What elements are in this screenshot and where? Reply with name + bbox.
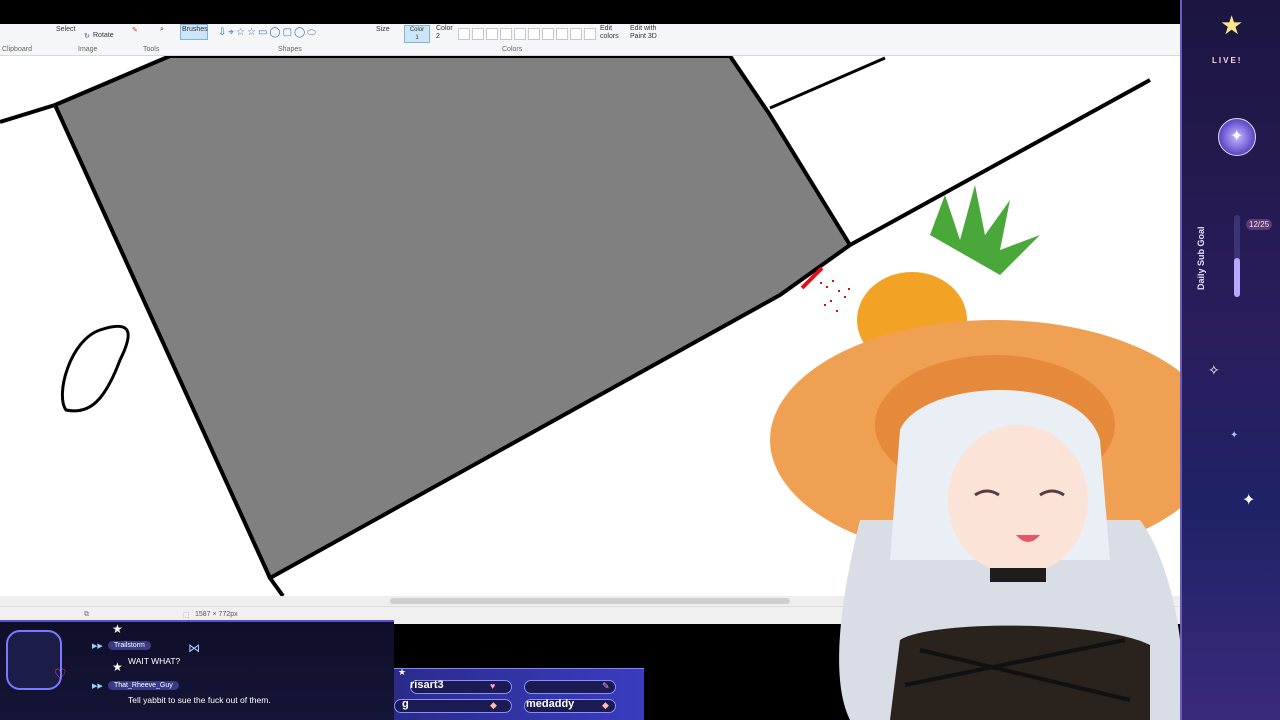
- paint-ribbon: Select ↻ Rotate ✎ ⌕ Brushes ⇩⌖☆☆▭◯▢◯⬭ Si…: [0, 24, 1200, 56]
- diamond-icon: ◆: [490, 700, 497, 710]
- star-icon: ★: [112, 660, 123, 674]
- chat-message: Tell yabbit to sue the fuck out of them.: [128, 695, 271, 705]
- gray-shape: [53, 56, 852, 580]
- chat-panel: ♡ ★ ▶▶ Trailstorm ⋈ WAIT WHAT? ▶▶ That_R…: [0, 620, 394, 720]
- ticker-item: medaddy: [526, 698, 575, 710]
- color-swatch[interactable]: [542, 28, 554, 40]
- color-swatch[interactable]: [570, 28, 582, 40]
- color-swatch[interactable]: [486, 28, 498, 40]
- sub-goal-progress-fill: [1234, 257, 1240, 297]
- pencil-icon[interactable]: ✎: [132, 26, 138, 34]
- color-swatch[interactable]: [458, 28, 470, 40]
- sub-goal-progress-bar: [1234, 215, 1240, 297]
- selection-size-icon: ⬚: [183, 612, 190, 619]
- edit-paint3d-button[interactable]: Edit with Paint 3D: [630, 25, 657, 41]
- stroke-line: [0, 103, 56, 124]
- magnifier-icon[interactable]: ⌕: [160, 26, 164, 34]
- heart-icon: ♡: [54, 666, 67, 682]
- scrollbar-thumb[interactable]: [390, 598, 790, 604]
- color1-label: Color 1: [409, 27, 425, 41]
- vtuber-avatar: [760, 170, 1220, 720]
- color-swatch[interactable]: [584, 28, 596, 40]
- group-label-colors: Colors: [502, 46, 523, 53]
- select-button[interactable]: Select: [56, 26, 75, 33]
- arrow-icon: ▶▶: [92, 683, 103, 690]
- stroke-line: [769, 56, 886, 110]
- star-icon: ★: [398, 667, 407, 677]
- chat-message: WAIT WHAT?: [128, 656, 181, 666]
- brushes-label: Brushes: [182, 26, 208, 33]
- sparkle-icon: ✦: [1230, 128, 1244, 145]
- edit-colors-button[interactable]: Edit colors: [600, 25, 619, 41]
- rotate-icon: ↻: [84, 33, 90, 40]
- sub-goal-count: 12/25: [1246, 219, 1273, 230]
- live-label: LIVE!: [1212, 56, 1243, 65]
- chat-username: Trailstorm: [108, 641, 151, 650]
- sparkle-icon: ✦: [1230, 430, 1239, 441]
- avatar-illustration: [770, 185, 1220, 720]
- group-label-image: Image: [78, 46, 98, 53]
- diamond-icon: ◆: [602, 700, 609, 710]
- sub-goal-label: Daily Sub Goal: [1196, 226, 1206, 290]
- group-label-clipboard: Clipboard: [2, 46, 32, 53]
- group-label-shapes: Shapes: [278, 46, 302, 53]
- star-icon: ★: [1220, 10, 1244, 40]
- sparkle-icon: ✦: [1242, 492, 1256, 509]
- overlay-dark-band: [394, 624, 780, 668]
- sparkle-icon: ✧: [1208, 362, 1220, 378]
- oval-stroke: [61, 324, 130, 413]
- chat-username: That_Rheeve_Guy: [108, 681, 179, 690]
- arrow-icon: ▶▶: [92, 643, 103, 650]
- color-swatch[interactable]: [556, 28, 568, 40]
- rotate-button[interactable]: Rotate: [93, 32, 114, 39]
- stroke-line: [268, 576, 285, 598]
- star-icon: ★: [112, 622, 123, 636]
- ticker-item: g: [402, 698, 409, 710]
- color1-button[interactable]: Color 1: [404, 25, 430, 43]
- size-button[interactable]: Size: [376, 26, 390, 33]
- color2-button[interactable]: Color 2: [436, 25, 453, 41]
- heart-icon: ♥: [490, 681, 496, 691]
- brushes-button[interactable]: Brushes: [180, 24, 208, 40]
- shapes-gallery-icon[interactable]: ⇩⌖☆☆▭◯▢◯⬭: [218, 27, 318, 38]
- color-swatch[interactable]: [472, 28, 484, 40]
- bow-icon: ⋈: [188, 641, 200, 655]
- pen-icon: ✎: [602, 681, 610, 691]
- canvas-size-readout: 1587 × 772px: [195, 611, 238, 618]
- color-swatch[interactable]: [500, 28, 512, 40]
- stream-side-panel: ★ LIVE! ✦ Daily Sub Goal 12/25 ✧ ✦ ✦: [1180, 0, 1280, 720]
- event-ticker: ★ risart3 ♥ ✎ g ◆ medaddy ◆: [394, 667, 644, 720]
- color-swatch[interactable]: [528, 28, 540, 40]
- ticker-item: risart3: [410, 679, 444, 691]
- group-label-tools: Tools: [143, 46, 160, 53]
- canvas-size-icon: ⧉: [84, 611, 89, 618]
- color-swatch[interactable]: [514, 28, 526, 40]
